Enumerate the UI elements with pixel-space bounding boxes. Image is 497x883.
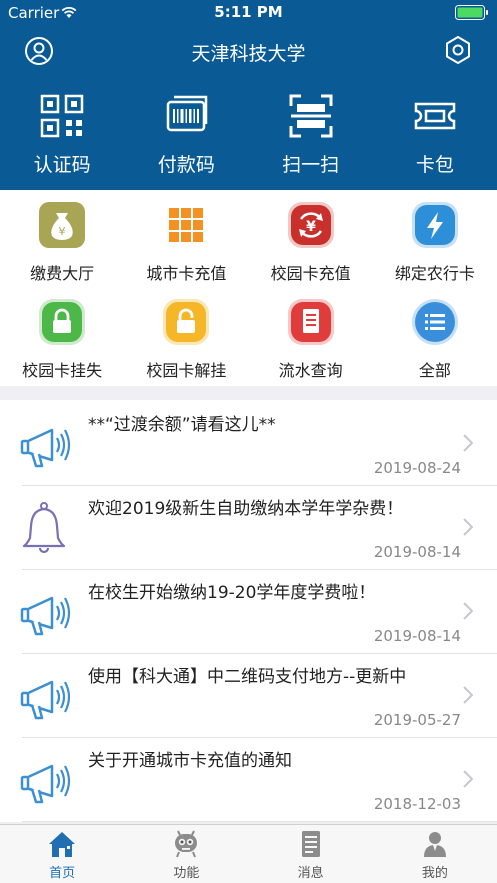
tab-functions[interactable]: 功能: [124, 825, 248, 883]
news-title: 欢迎2019级新生自助缴纳本学年学杂费！: [88, 499, 404, 519]
func-all[interactable]: 全部: [373, 297, 497, 393]
unlock-icon: [163, 299, 210, 345]
func-label: 流水查询: [278, 361, 343, 380]
news-title: 在校生开始缴纳19-20学年度学费啦！: [88, 583, 376, 603]
chevron-right-icon: [463, 770, 473, 788]
news-date: 2019-08-24: [373, 459, 461, 477]
profile-icon: [423, 832, 446, 857]
func-label: 校园卡充值: [270, 264, 351, 283]
news-list: **“过渡余额”请看这儿** 2019-08-24 欢迎2019级新生自助缴纳本…: [0, 400, 497, 822]
settings-icon[interactable]: [443, 35, 473, 65]
func-payment-hall[interactable]: ¥ 缴费大厅: [0, 200, 124, 296]
message-icon: [301, 831, 320, 857]
tab-label: 首页: [49, 866, 76, 881]
news-item[interactable]: 关于开通城市卡充值的通知 2018-12-03: [0, 738, 497, 822]
chevron-right-icon: [463, 518, 473, 536]
tab-label: 我的: [421, 866, 448, 881]
tab-home[interactable]: 首页: [0, 825, 124, 883]
func-label: 校园卡解挂: [146, 361, 227, 380]
ticket-icon: [414, 102, 456, 130]
func-label: 全部: [418, 361, 451, 380]
lock-icon: [39, 299, 86, 345]
news-date: 2018-12-03: [373, 795, 461, 813]
news-title: 使用【科大通】中二维码支付地方--更新中: [88, 667, 407, 687]
page-title: 天津科技大学: [191, 43, 306, 65]
news-date: 2019-05-27: [373, 711, 461, 729]
func-label: 校园卡挂失: [22, 361, 103, 380]
robot-icon: [175, 830, 198, 858]
chevron-right-icon: [463, 434, 473, 452]
grid-icon: [169, 208, 204, 242]
func-label: 缴费大厅: [30, 264, 95, 283]
quick-action-pay-code[interactable]: 付款码: [124, 94, 248, 186]
quick-action-scan[interactable]: 扫一扫: [249, 94, 373, 186]
money-bag-icon: ¥: [39, 202, 86, 248]
func-bind-abc-card[interactable]: 绑定农行卡: [373, 200, 497, 296]
quick-action-label: 扫一扫: [282, 154, 340, 176]
quick-action-auth-code[interactable]: 认证码: [0, 94, 124, 186]
news-date: 2019-08-14: [373, 543, 461, 561]
status-time: 5:11 PM: [214, 3, 283, 21]
chevron-right-icon: [463, 686, 473, 704]
quick-action-label: 卡包: [415, 154, 454, 176]
home-icon: [49, 832, 76, 857]
tab-label: 功能: [173, 866, 200, 881]
svg-text:¥: ¥: [306, 219, 316, 235]
megaphone-icon: [20, 596, 71, 636]
quick-actions: 认证码 付款码 扫一扫 卡包: [0, 94, 497, 186]
qr-code-icon: [40, 94, 84, 138]
func-label: 绑定农行卡: [394, 264, 475, 283]
tab-bar: 首页 功能 消息 我的: [0, 824, 497, 883]
quick-action-label: 付款码: [157, 154, 215, 176]
svg-text:¥: ¥: [59, 225, 66, 238]
news-title: **“过渡余额”请看这儿**: [88, 415, 276, 435]
func-campus-card-topup[interactable]: ¥ 校园卡充值: [249, 200, 373, 296]
document-icon: [287, 299, 334, 345]
battery-icon: [455, 5, 488, 20]
news-item[interactable]: 欢迎2019级新生自助缴纳本学年学杂费！ 2019-08-14: [0, 486, 497, 570]
func-city-card-topup[interactable]: 城市卡充值: [124, 200, 248, 296]
divider: [22, 821, 497, 822]
news-item[interactable]: **“过渡余额”请看这儿** 2019-08-24: [0, 402, 497, 486]
news-title: 关于开通城市卡充值的通知: [88, 751, 292, 771]
func-report-loss[interactable]: 校园卡挂失: [0, 297, 124, 393]
nav-bar: 天津科技大学: [0, 24, 497, 80]
header-area: Carrier 5:11 PM 天津科技大学 认证码 付款码 扫一扫 卡包: [0, 0, 497, 190]
news-item[interactable]: 使用【科大通】中二维码支付地方--更新中 2019-05-27: [0, 654, 497, 738]
megaphone-icon: [20, 680, 71, 720]
tab-messages[interactable]: 消息: [249, 825, 373, 883]
status-bar: Carrier 5:11 PM: [0, 0, 497, 24]
barcode-icon: [167, 95, 208, 132]
yuan-refresh-icon: ¥: [287, 202, 334, 248]
function-grid: ¥ 缴费大厅 城市卡充值 ¥ 校园卡充值 绑定农行卡 校园卡挂失 校园卡解挂 流…: [0, 190, 497, 386]
list-icon: [411, 299, 458, 345]
tab-label: 消息: [297, 866, 324, 881]
func-transaction-query[interactable]: 流水查询: [249, 297, 373, 393]
megaphone-icon: [20, 764, 71, 804]
quick-action-card-wallet[interactable]: 卡包: [373, 94, 497, 186]
quick-action-label: 认证码: [33, 154, 91, 176]
scan-icon: [289, 94, 333, 138]
chevron-right-icon: [463, 602, 473, 620]
func-cancel-loss[interactable]: 校园卡解挂: [124, 297, 248, 393]
tab-profile[interactable]: 我的: [373, 825, 497, 883]
lightning-icon: [411, 202, 458, 248]
bell-icon: [22, 502, 66, 554]
megaphone-icon: [20, 428, 71, 468]
news-date: 2019-08-14: [373, 627, 461, 645]
func-label: 城市卡充值: [146, 264, 227, 283]
news-item[interactable]: 在校生开始缴纳19-20学年度学费啦！ 2019-08-14: [0, 570, 497, 654]
